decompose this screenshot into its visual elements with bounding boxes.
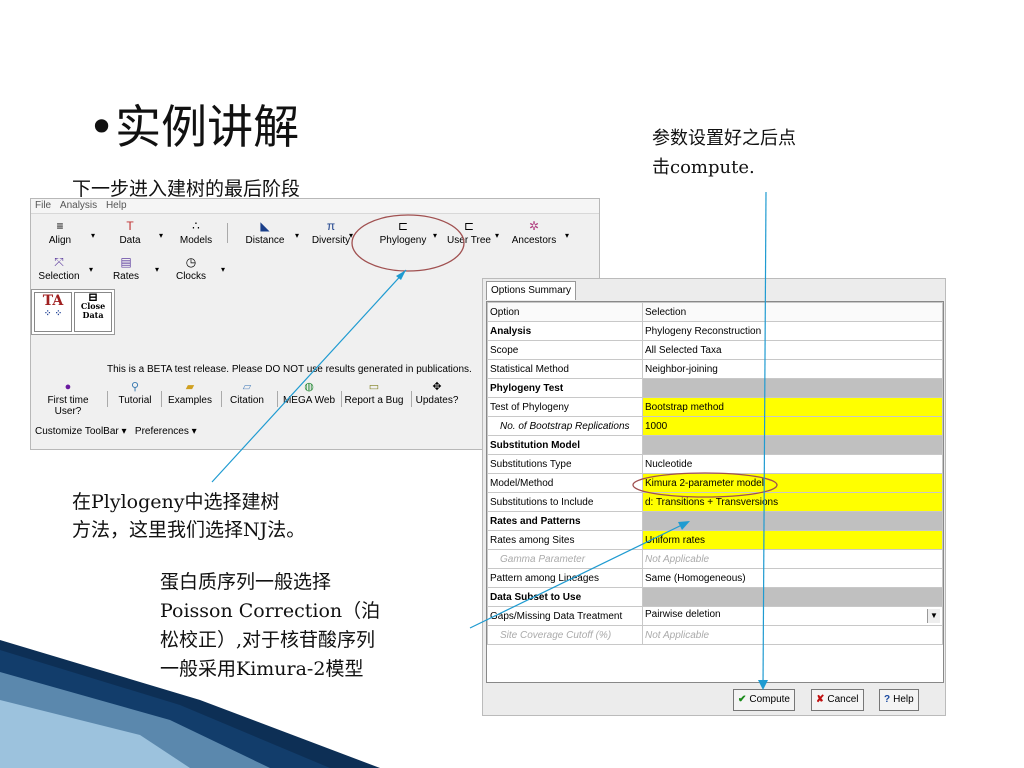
phylogeny-highlight-ellipse	[351, 214, 465, 272]
arrow-to-compute	[762, 191, 767, 689]
arrow-to-model	[469, 521, 689, 629]
model-highlight-ellipse	[632, 472, 778, 498]
arrowhead-icon	[758, 680, 768, 690]
annotation-overlay	[211, 191, 778, 690]
arrowhead-icon	[678, 521, 690, 530]
arrow-to-phylogeny	[211, 269, 407, 483]
